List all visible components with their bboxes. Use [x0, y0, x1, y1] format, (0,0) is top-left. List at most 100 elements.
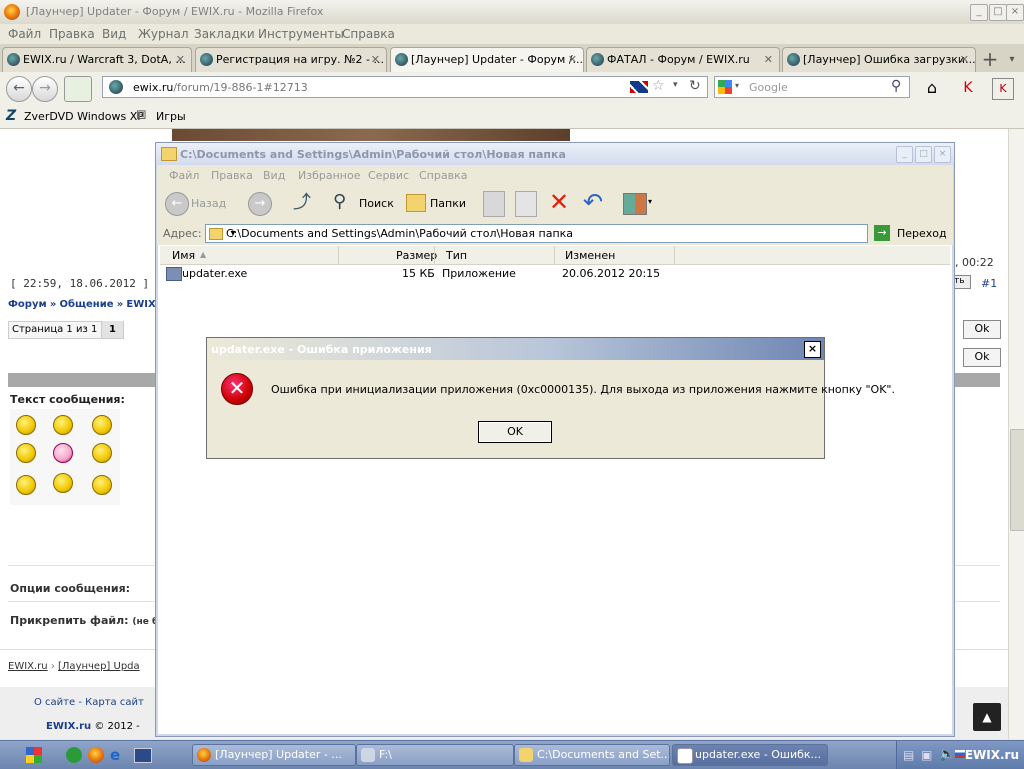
site-identity-icon[interactable] — [109, 80, 123, 94]
menu-file[interactable]: Файл — [8, 27, 41, 41]
bookmark-star-icon[interactable]: ☆ — [652, 78, 665, 94]
breadcrumb-forum[interactable]: Форум — [8, 299, 47, 310]
smiley-surprised-icon[interactable] — [16, 415, 36, 435]
search-icon[interactable]: ⚲ — [333, 191, 346, 212]
smiley-grin-icon[interactable] — [16, 443, 36, 463]
copy-to-icon[interactable] — [515, 191, 537, 217]
explorer-maximize-button[interactable]: □ — [915, 146, 932, 163]
folders-label[interactable]: Папки — [430, 197, 466, 210]
ok-button-bottom[interactable]: Ok — [963, 348, 1001, 367]
views-dropdown-icon[interactable]: ▾ — [648, 197, 652, 206]
search-label[interactable]: Поиск — [359, 197, 394, 210]
smiley-smile-icon[interactable] — [92, 415, 112, 435]
back-arrow-icon[interactable]: ← — [165, 192, 189, 216]
table-row[interactable]: updater.exe 15 КБ Приложение 20.06.2012 … — [160, 265, 950, 283]
post-number-link[interactable]: #1 — [981, 277, 997, 290]
tab-close-icon[interactable]: ✕ — [960, 48, 969, 72]
bookmark-zverdvd[interactable]: ZverDVD Windows XP — [24, 110, 144, 123]
explorer-close-button[interactable]: × — [934, 146, 951, 163]
tab-registration[interactable]: Регистрация на игру. №2 - ... ✕ — [195, 47, 387, 72]
network-icon[interactable]: ▤ — [903, 748, 914, 762]
ex-menu-help[interactable]: Справка — [419, 169, 467, 182]
dialog-ok-button[interactable]: OK — [478, 421, 552, 443]
tab-close-icon[interactable]: ✕ — [764, 48, 773, 72]
new-tab-button[interactable]: + — [978, 49, 1002, 71]
engine-dropdown-icon[interactable]: ▾ — [735, 81, 739, 90]
menu-help[interactable]: Справка — [342, 27, 395, 41]
reload-icon[interactable]: ↻ — [689, 78, 701, 94]
smiley-dance-icon[interactable] — [53, 473, 73, 493]
minimize-button[interactable]: _ — [970, 4, 988, 21]
views-icon[interactable] — [623, 193, 647, 215]
back-arrow-icon[interactable]: ← — [6, 76, 32, 102]
folders-icon[interactable] — [406, 194, 426, 212]
uk-flag-icon[interactable] — [630, 81, 648, 93]
go-button[interactable]: Переход — [897, 227, 947, 240]
undo-icon[interactable]: ↶ — [583, 188, 603, 216]
file-name[interactable]: updater.exe — [182, 267, 247, 280]
go-arrow-icon[interactable]: → — [874, 225, 890, 241]
ie-icon[interactable]: e — [110, 746, 120, 764]
tray-app-icon[interactable]: ▣ — [921, 748, 932, 762]
ex-menu-view[interactable]: Вид — [263, 169, 285, 182]
menu-tools[interactable]: Инструменты — [258, 27, 344, 41]
post-action-button[interactable]: ть — [953, 275, 971, 289]
explorer-minimize-button[interactable]: _ — [896, 146, 913, 163]
maximize-button[interactable]: □ — [989, 4, 1007, 21]
ex-menu-tools[interactable]: Сервис — [368, 169, 409, 182]
menu-view[interactable]: Вид — [102, 27, 126, 41]
column-size[interactable]: Размер — [396, 249, 437, 262]
tab-close-icon[interactable]: ✕ — [176, 48, 185, 72]
dialog-close-button[interactable]: × — [804, 341, 821, 358]
column-type[interactable]: Тип — [446, 249, 467, 262]
smiley-wink-icon[interactable] — [16, 475, 36, 495]
smiley-think-icon[interactable] — [92, 475, 112, 495]
url-dropdown-icon[interactable]: ▾ — [673, 80, 678, 90]
column-modified[interactable]: Изменен — [565, 249, 615, 262]
language-ru-icon[interactable] — [955, 750, 965, 758]
move-to-icon[interactable] — [483, 191, 505, 217]
scroll-top-icon[interactable]: ▲ — [973, 703, 1001, 731]
task-error-dialog[interactable]: updater.exe - Ошибк... — [672, 744, 828, 766]
footer-crumb-site[interactable]: EWIX.ru — [8, 661, 48, 672]
search-input[interactable]: Google — [749, 81, 788, 94]
forward-arrow-icon[interactable]: → — [248, 192, 272, 216]
pager-current[interactable]: 1 — [101, 321, 123, 338]
tab-fatal[interactable]: ФАТАЛ - Форум / EWIX.ru ✕ — [586, 47, 780, 72]
address-field[interactable]: C:\Documents and Settings\Admin\Рабочий … — [205, 224, 868, 243]
ok-button-top[interactable]: Ok — [963, 320, 1001, 339]
smiley-facepalm-icon[interactable] — [92, 443, 112, 463]
utorrent-icon[interactable] — [66, 747, 82, 763]
smiley-sad-icon[interactable] — [53, 415, 73, 435]
search-icon[interactable]: ⚲ — [891, 78, 901, 94]
task-firefox[interactable]: [Лаунчер] Updater - ... — [192, 744, 356, 766]
scrollbar-thumb[interactable] — [1010, 429, 1024, 531]
tab-launcher-error[interactable]: [Лаунчер] Ошибка загрузки... ✕ — [782, 47, 976, 72]
tab-list-chevron-icon[interactable]: ▾ — [1004, 49, 1020, 71]
show-desktop-icon[interactable] — [134, 748, 152, 763]
firefox-quicklaunch-icon[interactable] — [88, 747, 104, 763]
footer-links[interactable]: О сайте - Карта сайт — [34, 697, 144, 708]
smiley-pink-icon[interactable] — [53, 443, 73, 463]
breadcrumb-general[interactable]: Общение — [59, 299, 113, 310]
ex-menu-favorites[interactable]: Избранное — [298, 169, 360, 182]
addon-k-icon[interactable]: K — [992, 78, 1014, 100]
close-button[interactable]: × — [1006, 4, 1024, 21]
address-bar[interactable]: ewix.ru/forum/19-886-1#12713 ☆ ▾ ↻ — [102, 76, 708, 98]
page-scrollbar[interactable] — [1008, 129, 1024, 739]
tab-close-icon[interactable]: ✕ — [371, 48, 380, 72]
footer-crumb-topic[interactable]: [Лаунчер] Upda — [58, 661, 140, 672]
up-folder-icon[interactable]: ⤴ — [293, 192, 315, 214]
column-name[interactable]: Имя — [172, 249, 195, 262]
menu-bookmarks[interactable]: Закладки — [194, 27, 255, 41]
menu-history[interactable]: Журнал — [138, 27, 189, 41]
antivirus-icon[interactable]: K — [956, 76, 980, 100]
task-drive-f[interactable]: F:\ — [356, 744, 514, 766]
volume-icon[interactable]: 🔈 — [939, 747, 955, 762]
back-label[interactable]: Назад — [191, 197, 226, 210]
addon-magnifier-icon[interactable] — [64, 76, 92, 102]
delete-icon[interactable]: ✕ — [549, 188, 569, 216]
ex-menu-edit[interactable]: Правка — [211, 169, 253, 182]
tab-ewix-warcraft[interactable]: EWIX.ru / Warcraft 3, DotA, ... ✕ — [2, 47, 192, 72]
bookmark-games[interactable]: Игры — [156, 110, 186, 123]
